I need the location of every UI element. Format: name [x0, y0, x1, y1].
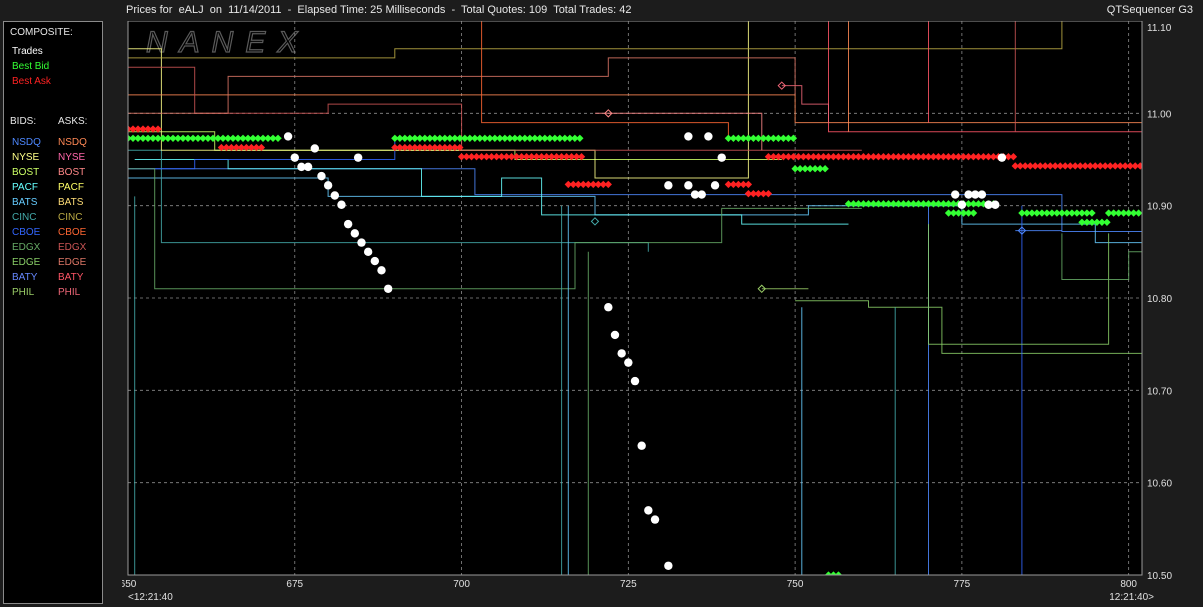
trade-point [991, 200, 1000, 209]
legend-ask-pacf: PACF [58, 182, 84, 193]
bids-header: BIDS: [10, 116, 37, 127]
legend-composite-0: Trades [12, 46, 43, 57]
legend-ask-cboe: CBOE [58, 227, 87, 238]
trade-point [370, 256, 380, 266]
legend-bid-cboe: CBOE [12, 227, 41, 238]
legend-ask-phil: PHIL [58, 287, 81, 298]
trade-point [350, 229, 360, 238]
legend-bid-edgx: EDGX [12, 242, 41, 253]
trade-point [604, 303, 613, 312]
trade-point [704, 132, 713, 141]
x-tick-label: 725 [620, 579, 637, 590]
legend-bid-nyse: NYSE [12, 152, 40, 163]
trade-point [363, 247, 373, 257]
trade-point [697, 190, 706, 199]
legend-bid-bost: BOST [12, 167, 40, 178]
legend-bid-bats: BATS [12, 197, 38, 208]
nanex-watermark: NANEX [146, 26, 309, 59]
trade-point [997, 153, 1007, 162]
y-tick-label: 10.90 [1147, 202, 1172, 213]
legend-bid-baty: BATY [12, 272, 38, 283]
x-tick-label: 800 [1120, 579, 1137, 590]
app-name: QTSequencer G3 [1106, 4, 1193, 16]
window-title: Prices for eALJ on 11/14/2011 - Elapsed … [126, 4, 632, 16]
legend-composite-2: Best Ask [12, 76, 51, 87]
trade-point [383, 284, 393, 293]
legend-ask-cinc: CINC [58, 212, 83, 223]
y-tick-label: 10.70 [1147, 386, 1172, 397]
trade-point [664, 561, 673, 570]
trade-point [617, 349, 626, 358]
trade-point [624, 358, 633, 367]
trade-point [664, 181, 673, 190]
trade-point [323, 181, 333, 190]
x-tick-label: 750 [787, 579, 804, 590]
trade-point [644, 506, 653, 515]
x-tick-label: 775 [954, 579, 971, 590]
y-tick-label: 10.80 [1147, 294, 1172, 305]
legend-panel: COMPOSITE: Trades Best Bid Best Ask BIDS: ASK… [3, 21, 103, 604]
trade-point [650, 515, 660, 524]
x-tick-label: 650 [122, 579, 137, 590]
x-end-time: 12:21:40> [1109, 592, 1154, 603]
legend-ask-edge: EDGE [58, 257, 87, 268]
trade-point [317, 171, 326, 181]
price-chart[interactable]: NANEX 10.50 10.60 10.70 10.80 10.90 11.00 11.10… [122, 21, 1203, 607]
trade-point [610, 330, 620, 340]
legend-ask-edgx: EDGX [58, 242, 87, 253]
legend-bid-nsdq: NSDQ [12, 137, 41, 148]
trade-point [630, 376, 640, 386]
legend-bid-edge: EDGE [12, 257, 41, 268]
composite-header: COMPOSITE: [10, 27, 73, 38]
trade-point [330, 191, 340, 200]
trade-point [957, 200, 967, 209]
trade-point [343, 219, 353, 229]
y-tick-label: 10.60 [1147, 479, 1172, 490]
trade-point [637, 441, 646, 450]
x-tick-label: 675 [286, 579, 303, 590]
asks-header: ASKS: [58, 116, 88, 127]
y-tick-label: 11.10 [1147, 23, 1172, 34]
legend-ask-nsdq: NSDQ [58, 137, 87, 148]
app-window: Prices for eALJ on 11/14/2011 - Elapsed … [0, 0, 1203, 607]
legend-ask-bats: BATS [58, 197, 84, 208]
trade-point [353, 153, 363, 162]
y-tick-label: 11.00 [1147, 109, 1172, 120]
legend-ask-nyse: NYSE [58, 152, 86, 163]
legend-ask-baty: BATY [58, 272, 84, 283]
trade-point [684, 132, 693, 141]
legend-bid-pacf: PACF [12, 182, 38, 193]
title-bar: Prices for eALJ on 11/14/2011 - Elapsed … [0, 0, 1203, 20]
x-start-time: <12:21:40 [128, 592, 173, 603]
x-tick-label: 700 [453, 579, 470, 590]
trade-point [977, 190, 987, 199]
trade-point [717, 153, 726, 162]
trade-point [684, 181, 693, 190]
legend-bid-cinc: CINC [12, 212, 37, 223]
trade-point [290, 153, 299, 162]
legend-bid-phil: PHIL [12, 287, 35, 298]
legend-composite-1: Best Bid [12, 61, 50, 72]
trade-point [337, 200, 346, 209]
trade-point [377, 266, 386, 275]
legend-ask-bost: BOST [58, 167, 86, 178]
y-tick-label: 10.50 [1147, 571, 1172, 582]
trade-point [303, 162, 313, 172]
trade-point [283, 132, 293, 141]
trade-point [951, 190, 960, 199]
trade-point [357, 238, 366, 247]
trade-point [310, 144, 319, 153]
trade-point [710, 181, 720, 190]
